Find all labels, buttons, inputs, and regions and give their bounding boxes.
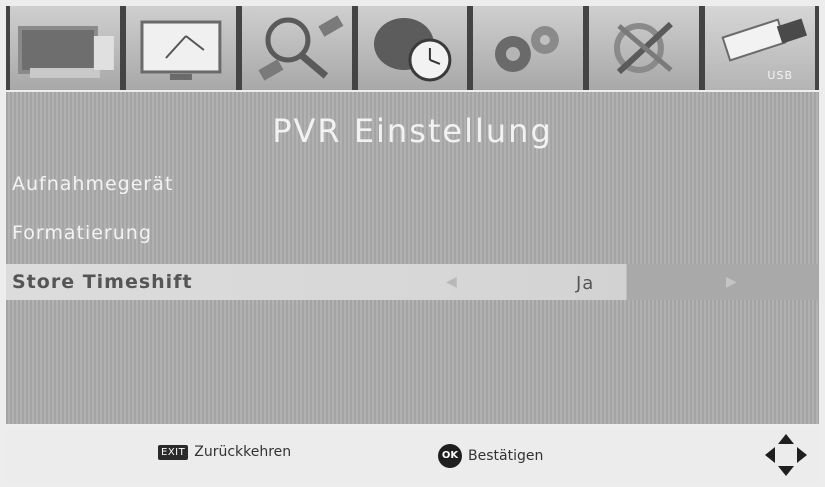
tab-picture[interactable] [125, 6, 236, 90]
help-back-label: Zurückkehren [194, 444, 292, 460]
arrow-right-icon[interactable]: ▶ [726, 264, 738, 300]
tab-tv[interactable] [10, 6, 120, 90]
timeshift-value-selector[interactable]: ◀ Ja ▶ [436, 264, 819, 300]
menu-item-label: Aufnahmegerät [12, 173, 174, 195]
menu-item-recording-device[interactable]: Aufnahmegerät [6, 166, 819, 202]
usb-tab-label: USB [767, 69, 794, 82]
tab-system[interactable] [473, 6, 584, 90]
help-confirm-label: Bestätigen [468, 448, 544, 464]
menu-icon-bar: USB [6, 6, 819, 90]
menu-item-store-timeshift[interactable]: Store Timeshift ◀ Ja ▶ [6, 264, 819, 300]
satellite-search-icon [258, 15, 344, 81]
picture-icon [140, 20, 222, 80]
help-bar: EXIT Zurückkehren OK Bestätigen [6, 426, 819, 484]
usb-icon [721, 18, 808, 62]
tv-icon [17, 26, 114, 78]
help-back: EXIT Zurückkehren [158, 444, 291, 460]
menu-item-label: Store Timeshift [12, 271, 193, 293]
menu-item-label: Formatierung [12, 222, 152, 244]
tab-time[interactable] [357, 6, 468, 90]
help-confirm: OK Bestätigen [438, 444, 543, 468]
page-title: PVR Einstellung [272, 112, 553, 150]
screen: USB PVR Einstellung Aufnahmegerät Format… [0, 0, 825, 487]
globe-clock-icon [373, 18, 451, 82]
ok-key-icon: OK [438, 444, 462, 468]
arrow-left-icon[interactable]: ◀ [446, 264, 458, 300]
menu-item-formatting[interactable]: Formatierung [6, 215, 819, 251]
pvr-settings-panel: PVR Einstellung Aufnahmegerät Formatieru… [6, 92, 819, 424]
gears-icon [495, 26, 560, 72]
tools-icon [614, 21, 674, 75]
tab-channel-search[interactable] [241, 6, 352, 90]
dpad-navigation-icon [765, 434, 807, 476]
tab-usb[interactable]: USB [705, 6, 816, 90]
timeshift-value: Ja [576, 273, 595, 294]
exit-key-icon: EXIT [158, 444, 189, 460]
tab-tools[interactable] [589, 6, 700, 90]
